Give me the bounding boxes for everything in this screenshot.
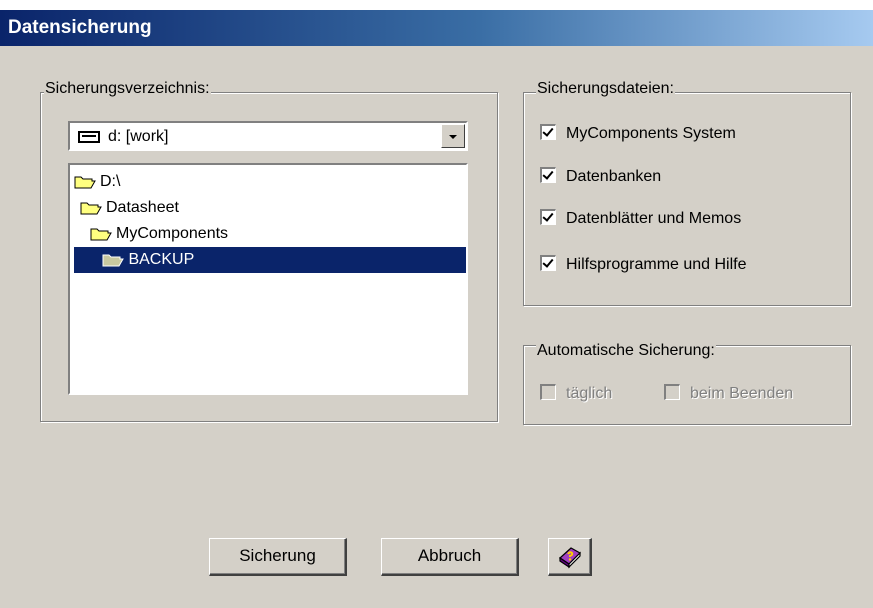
checkbox-checked-icon[interactable] xyxy=(540,124,556,141)
checkbox-mycomponents-system[interactable]: MyComponents System xyxy=(540,123,736,145)
help-button[interactable] xyxy=(548,538,592,576)
drive-select-value: d: [work] xyxy=(108,128,169,145)
checkbox-unchecked-icon[interactable] xyxy=(664,384,680,401)
checkbox-label: täglich xyxy=(566,385,613,402)
checkbox-label: Datenbanken xyxy=(566,168,662,185)
checkbox-datenblaetter-memos[interactable]: Datenblätter und Memos xyxy=(540,208,741,230)
folder-icon xyxy=(90,227,112,241)
checkbox-label: Datenblätter und Memos xyxy=(566,210,742,227)
checkbox-label: Hilfsprogramme und Hilfe xyxy=(566,256,747,273)
folder-icon xyxy=(80,201,102,215)
files-group-label: Sicherungsdateien: xyxy=(536,80,675,98)
tree-item-label: MyComponents xyxy=(116,225,229,242)
checkbox-daily[interactable]: täglich xyxy=(540,383,612,405)
auto-backup-group-label: Automatische Sicherung: xyxy=(536,342,716,360)
checkbox-on-exit[interactable]: beim Beenden xyxy=(664,383,793,405)
checkbox-checked-icon[interactable] xyxy=(540,255,556,272)
cancel-button[interactable]: Abbruch xyxy=(381,538,519,576)
window-title: Datensicherung xyxy=(8,17,152,38)
tree-item-label: Datasheet xyxy=(106,199,179,216)
folder-icon xyxy=(74,175,96,189)
tree-item-mycomponents[interactable]: MyComponents xyxy=(90,221,228,247)
checkbox-label: MyComponents System xyxy=(566,125,736,142)
tree-item-datasheet[interactable]: Datasheet xyxy=(80,195,179,221)
drive-select[interactable]: d: [work] xyxy=(68,121,468,151)
tree-item-backup[interactable]: BACKUP xyxy=(74,247,466,273)
checkbox-checked-icon[interactable] xyxy=(540,167,556,184)
help-book-icon xyxy=(558,547,581,569)
drive-icon xyxy=(78,131,100,143)
tree-item-root[interactable]: D:\ xyxy=(74,169,120,195)
checkbox-hilfsprogramme[interactable]: Hilfsprogramme und Hilfe xyxy=(540,254,747,276)
title-bar[interactable]: Datensicherung xyxy=(0,10,873,46)
tree-item-label: BACKUP xyxy=(128,251,195,268)
checkbox-checked-icon[interactable] xyxy=(540,209,556,226)
backup-button[interactable]: Sicherung xyxy=(209,538,347,576)
window-top-edge xyxy=(0,0,873,10)
chevron-down-icon[interactable] xyxy=(441,124,465,148)
directory-group-label: Sicherungsverzeichnis: xyxy=(44,80,211,98)
checkbox-datenbanken[interactable]: Datenbanken xyxy=(540,166,661,188)
tree-item-label: D:\ xyxy=(100,173,121,190)
folder-tree[interactable]: D:\ Datasheet MyComponents BACKUP xyxy=(68,163,468,395)
checkbox-unchecked-icon[interactable] xyxy=(540,384,556,401)
folder-open-icon xyxy=(102,253,125,267)
checkbox-label: beim Beenden xyxy=(690,385,794,402)
